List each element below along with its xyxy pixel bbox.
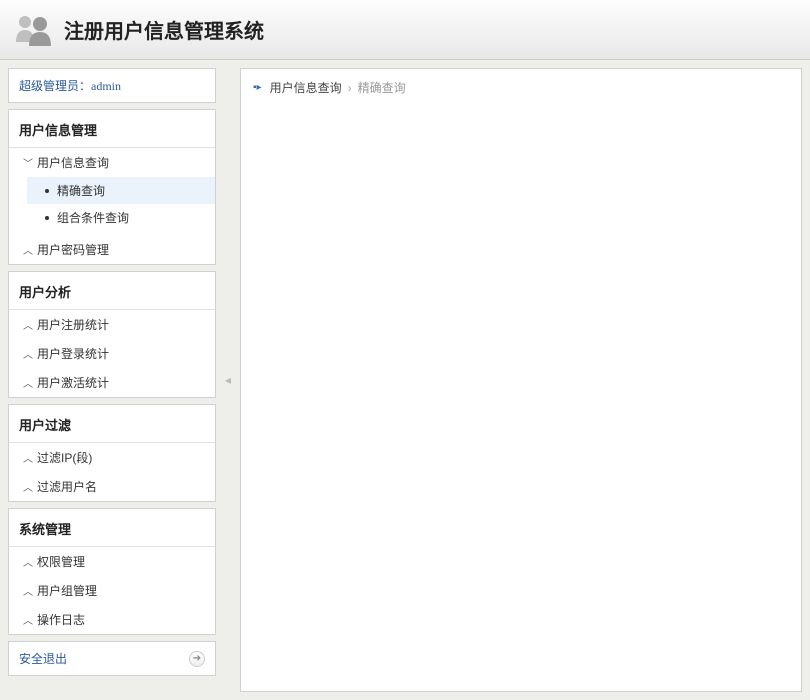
- chevron-up-icon: ︿: [23, 554, 33, 569]
- section-user-filter: 用户过滤 ︿ 过滤IP(段) ︿ 过滤用户名: [8, 404, 216, 502]
- chevron-up-icon: ︿: [23, 375, 33, 390]
- section-title: 用户过滤: [9, 405, 215, 443]
- menu-label: 用户激活统计: [37, 374, 109, 391]
- menu-user-activate-stats[interactable]: ︿ 用户激活统计: [9, 368, 215, 397]
- sidebar-collapse-handle[interactable]: ◂: [224, 68, 232, 692]
- sidebar: 超级管理员：admin 用户信息管理 ﹀ 用户信息查询 精确查询 组合条件查询 …: [8, 68, 216, 692]
- users-icon: [12, 12, 54, 48]
- chevron-up-icon: ︿: [23, 450, 33, 465]
- section-title: 用户信息管理: [9, 110, 215, 148]
- chevron-down-icon: ﹀: [23, 155, 33, 170]
- admin-info: 超级管理员：admin: [8, 68, 216, 103]
- menu-user-info-query[interactable]: ﹀ 用户信息查询: [9, 148, 215, 177]
- menu-user-login-stats[interactable]: ︿ 用户登录统计: [9, 339, 215, 368]
- arrow-right-icon: ➔: [189, 651, 205, 667]
- menu-user-password-mgmt[interactable]: ︿ 用户密码管理: [9, 235, 215, 264]
- chevron-up-icon: ︿: [23, 242, 33, 257]
- menu-filter-username[interactable]: ︿ 过滤用户名: [9, 472, 215, 501]
- menu-label: 操作日志: [37, 611, 85, 628]
- logout-button[interactable]: 安全退出 ➔: [8, 641, 216, 676]
- logout-label: 安全退出: [19, 650, 67, 667]
- submenu-label: 组合条件查询: [57, 209, 129, 226]
- submenu-user-info-query: 精确查询 组合条件查询: [9, 177, 215, 235]
- chevron-up-icon: ︿: [23, 479, 33, 494]
- menu-label: 用户密码管理: [37, 241, 109, 258]
- section-user-info-mgmt: 用户信息管理 ﹀ 用户信息查询 精确查询 组合条件查询 ︿ 用户密码管理: [8, 109, 216, 265]
- section-title: 用户分析: [9, 272, 215, 310]
- breadcrumb: ▪▸ 用户信息查询 › 精确查询: [253, 79, 789, 96]
- breadcrumb-icon: ▪▸: [253, 82, 262, 93]
- app-title: 注册用户信息管理系统: [64, 15, 264, 44]
- chevron-up-icon: ︿: [23, 346, 33, 361]
- breadcrumb-level2: 精确查询: [358, 79, 406, 96]
- menu-permission-mgmt[interactable]: ︿ 权限管理: [9, 547, 215, 576]
- menu-label: 用户信息查询: [37, 154, 109, 171]
- menu-label: 用户登录统计: [37, 345, 109, 362]
- breadcrumb-separator: ›: [348, 81, 352, 95]
- menu-label: 过滤用户名: [37, 478, 97, 495]
- menu-label: 权限管理: [37, 553, 85, 570]
- section-title: 系统管理: [9, 509, 215, 547]
- submenu-exact-query[interactable]: 精确查询: [27, 177, 215, 204]
- bullet-icon: [45, 216, 49, 220]
- submenu-combined-query[interactable]: 组合条件查询: [27, 204, 215, 231]
- chevron-up-icon: ︿: [23, 317, 33, 332]
- main-layout: 超级管理员：admin 用户信息管理 ﹀ 用户信息查询 精确查询 组合条件查询 …: [0, 60, 810, 700]
- menu-label: 用户注册统计: [37, 316, 109, 333]
- breadcrumb-level1[interactable]: 用户信息查询: [270, 79, 342, 96]
- chevron-up-icon: ︿: [23, 612, 33, 627]
- menu-label: 过滤IP(段): [37, 449, 92, 466]
- app-header: 注册用户信息管理系统: [0, 0, 810, 60]
- chevron-up-icon: ︿: [23, 583, 33, 598]
- content-panel: ▪▸ 用户信息查询 › 精确查询: [240, 68, 802, 692]
- bullet-icon: [45, 189, 49, 193]
- chevron-left-icon: ◂: [225, 360, 231, 400]
- submenu-label: 精确查询: [57, 182, 105, 199]
- menu-user-register-stats[interactable]: ︿ 用户注册统计: [9, 310, 215, 339]
- menu-label: 用户组管理: [37, 582, 97, 599]
- menu-usergroup-mgmt[interactable]: ︿ 用户组管理: [9, 576, 215, 605]
- section-system-mgmt: 系统管理 ︿ 权限管理 ︿ 用户组管理 ︿ 操作日志: [8, 508, 216, 635]
- menu-filter-ip[interactable]: ︿ 过滤IP(段): [9, 443, 215, 472]
- section-user-analysis: 用户分析 ︿ 用户注册统计 ︿ 用户登录统计 ︿ 用户激活统计: [8, 271, 216, 398]
- menu-operation-log[interactable]: ︿ 操作日志: [9, 605, 215, 634]
